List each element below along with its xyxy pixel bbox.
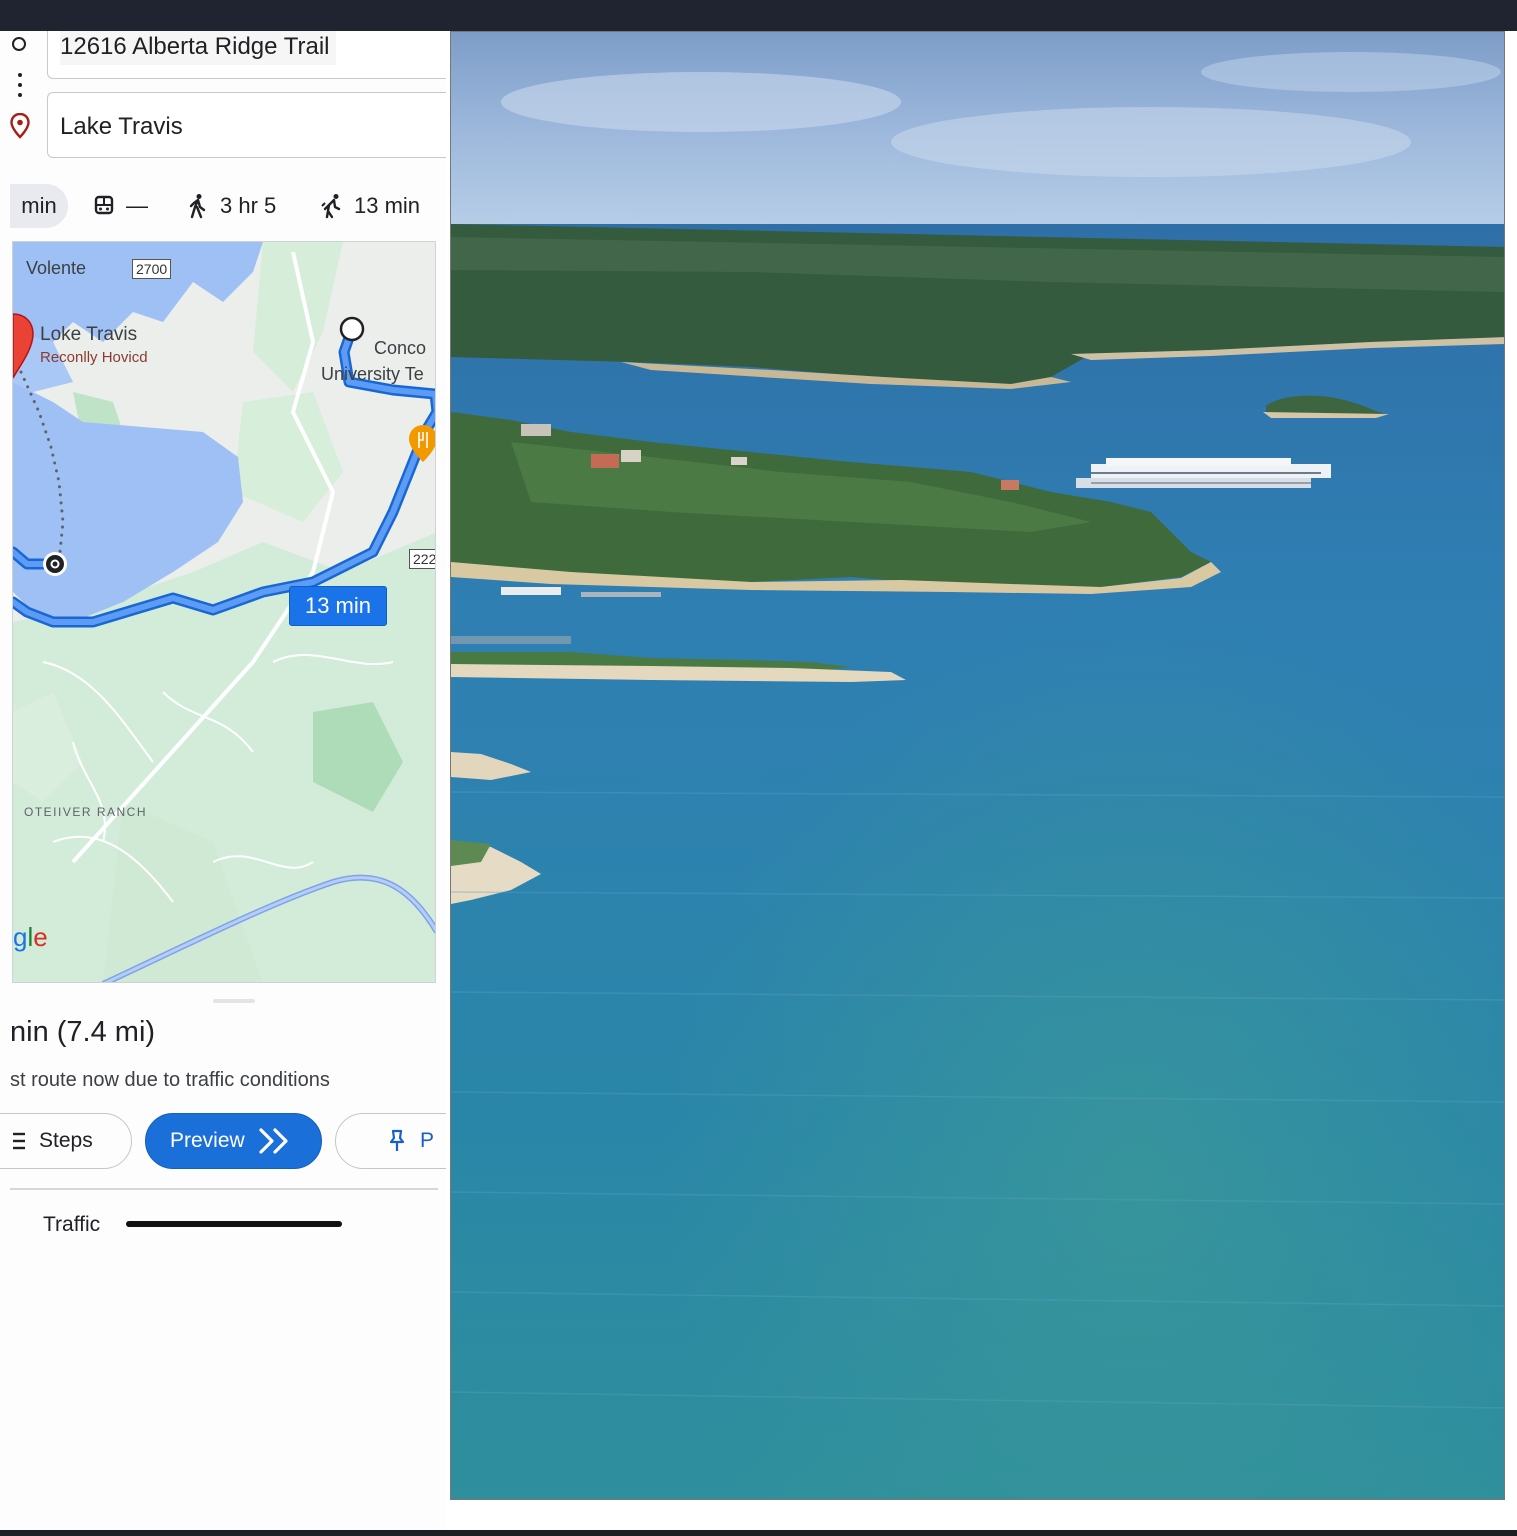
- walk-icon: [189, 194, 206, 219]
- map-label-university: University Te: [321, 364, 424, 384]
- transit-icon: [94, 195, 114, 215]
- map-highway-shield: 2700: [132, 259, 172, 279]
- tab-walk[interactable]: 3 hr 5: [186, 184, 276, 228]
- origin-input[interactable]: 12616 Alberta Ridge Trail: [47, 31, 446, 79]
- double-chevron-icon: [259, 1128, 288, 1154]
- pin-label: P: [420, 1129, 435, 1152]
- window-top-bar: [0, 0, 1517, 31]
- drag-handle[interactable]: [213, 999, 255, 1003]
- steps-button[interactable]: Steps: [0, 1113, 132, 1169]
- bike-time-label: 13 min: [354, 193, 421, 218]
- divider: [10, 1188, 438, 1190]
- map-label-ranch: OTEIIVER RANCH: [24, 805, 148, 819]
- directions-panel: 12616 Alberta Ridge Trail Lake Travis mi…: [0, 31, 446, 1530]
- origin-input-value: 12616 Alberta Ridge Trail: [60, 31, 336, 65]
- map-label-concordia: Conco: [374, 338, 427, 358]
- route-dots-icon: [18, 73, 22, 103]
- route-duration: nin (7.4 mi): [10, 1016, 156, 1048]
- pin-icon: [389, 1129, 405, 1151]
- route-map[interactable]: Volente 2700 Loke Travis Reconlly Hovicd…: [12, 241, 436, 983]
- preview-label: Preview: [170, 1129, 245, 1152]
- bike-icon: [321, 194, 341, 219]
- steps-label: Steps: [39, 1129, 93, 1152]
- destination-pin-icon: [10, 112, 30, 144]
- origin-circle-icon: [12, 37, 26, 51]
- list-icon: [13, 1132, 25, 1150]
- pin-button[interactable]: P: [335, 1113, 446, 1169]
- tab-drive[interactable]: min: [10, 184, 68, 228]
- destination-input[interactable]: Lake Travis: [47, 92, 446, 158]
- travel-mode-tabs: min — 3 hr 5 13 min: [0, 184, 446, 230]
- preview-button[interactable]: Preview: [145, 1113, 322, 1169]
- traffic-label: Traffic: [43, 1213, 101, 1236]
- map-label-lake-travis[interactable]: Loke Travis: [40, 324, 137, 346]
- lake-photo: [450, 31, 1505, 1500]
- tab-bike[interactable]: 13 min: [318, 184, 420, 228]
- window-bottom-bar: [0, 1530, 1517, 1536]
- drive-time-label: min: [21, 193, 57, 218]
- walk-time-label: 3 hr 5: [220, 193, 277, 218]
- map-highway-shield-2: 222: [409, 549, 435, 569]
- route-time-badge[interactable]: 13 min: [289, 586, 387, 626]
- destination-input-value: Lake Travis: [60, 113, 183, 140]
- map-label-volente: Volente: [26, 258, 87, 278]
- traffic-legend-bar: [126, 1221, 342, 1227]
- transit-time-label: —: [126, 193, 148, 218]
- tab-transit[interactable]: —: [92, 184, 148, 228]
- route-note: st route now due to traffic conditions: [10, 1069, 330, 1091]
- google-logo: gle: [13, 922, 48, 952]
- map-label-recently-viewed: Reconlly Hovicd: [40, 349, 148, 366]
